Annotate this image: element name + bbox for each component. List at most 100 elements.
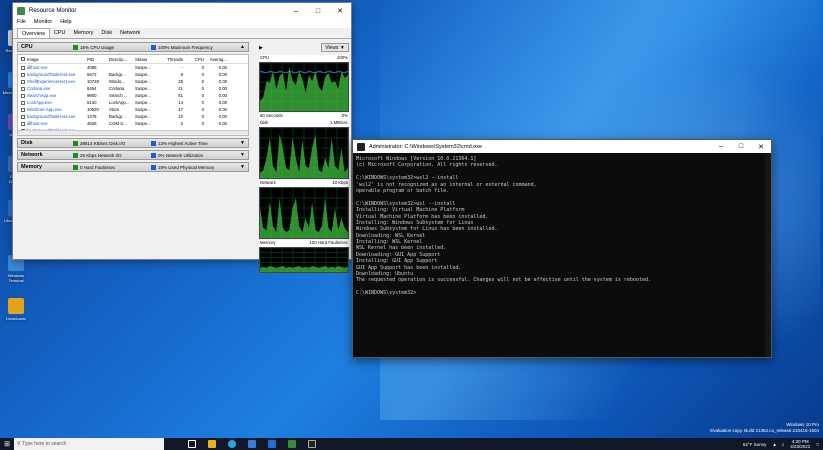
cmd-titlebar[interactable]: Administrator: C:\Windows\System32\cmd.e… [353, 140, 771, 153]
weather-widget[interactable]: 62°F Sunny [743, 442, 767, 447]
graph-label-network: Network 10 Kbps [259, 180, 349, 187]
max-frequency: 100% Maximum Frequency [158, 44, 213, 50]
cpu-usage: 16% CPU Usage [80, 44, 115, 50]
expand-chevron-icon[interactable]: ▼ [240, 152, 245, 158]
expand-chevron-icon[interactable]: ▼ [240, 140, 245, 146]
column-header[interactable]: PID [87, 57, 109, 62]
table-cell: Search ... [109, 93, 128, 98]
row-checkbox[interactable] [18, 79, 27, 84]
section-label: CPU [21, 44, 33, 50]
table-cell: Suspe... [135, 93, 151, 98]
row-checkbox[interactable] [18, 93, 27, 98]
menu-item-monitor[interactable]: Monitor [34, 19, 52, 28]
row-checkbox[interactable] [18, 72, 27, 77]
table-cell: WinStore.App.exe [27, 107, 62, 112]
column-header[interactable]: Descrip... [109, 57, 135, 62]
edge-icon[interactable] [222, 438, 242, 450]
table-row[interactable]: dllhost.exe 4628 COM S... Suspe... 2 0 0.00 [18, 120, 248, 127]
search-box[interactable]: ⚲ Type here to search [14, 438, 164, 450]
row-checkbox[interactable] [18, 121, 27, 126]
minimize-button[interactable]: – [285, 3, 307, 19]
menu-item-file[interactable]: File [17, 19, 26, 28]
cmd-task-icon[interactable] [302, 438, 322, 450]
table-cell: 1476 [87, 114, 97, 119]
network-section-header[interactable]: Network 25 Kbps Network I/O 0% Network U… [17, 150, 249, 160]
maximize-button[interactable]: □ [307, 3, 329, 19]
tab-memory[interactable]: Memory [70, 28, 98, 38]
menu-item-help[interactable]: Help [60, 19, 71, 28]
desktop-icon[interactable]: Downloads [2, 298, 30, 321]
tab-cpu[interactable]: CPU [50, 28, 70, 38]
row-checkbox[interactable] [18, 114, 27, 119]
table-row[interactable]: backgroundTaskHost.exe 1476 Backgr... Suspe… [18, 113, 248, 120]
desktop-icon-label: Windows Terminal [7, 273, 25, 283]
table-row[interactable]: dllhost.exe 4088 Suspe... - 0 0.00 [18, 64, 248, 71]
graph-network [259, 187, 349, 239]
row-checkbox[interactable] [18, 100, 27, 105]
cpu-section-header[interactable]: CPU 16% CPU Usage 100% Maximum Frequency… [17, 42, 249, 52]
expand-arrow-icon[interactable]: ▶ [259, 45, 269, 51]
cpu-usage-swatch [73, 44, 78, 50]
table-cell: 10728 [87, 79, 99, 84]
notification-icon[interactable]: □ [816, 442, 819, 447]
table-row[interactable]: backgroundTaskHost.exe 5672 Backgr... Suspe… [18, 71, 248, 78]
store-icon[interactable] [242, 438, 262, 450]
clock[interactable]: 4:20 PM 4/23/2021 [790, 439, 810, 449]
graph-name: Network [260, 180, 276, 185]
row-checkbox[interactable] [18, 86, 27, 91]
vertical-scrollbar[interactable] [765, 153, 771, 357]
section-label: Memory [21, 164, 43, 170]
graph-name: CPU [260, 55, 270, 60]
network-icon[interactable]: ▲ [772, 442, 776, 447]
table-row[interactable]: ShellExperienceHost.exe 10728 Windo... Susp… [18, 78, 248, 85]
select-all-checkbox[interactable] [18, 57, 27, 61]
resource-monitor-task-icon[interactable] [282, 438, 302, 450]
column-header[interactable]: Status [135, 57, 161, 62]
disk-section-header[interactable]: Disk 38814 KB/sec Disk I/O 13% Highest A… [17, 138, 249, 148]
expand-chevron-icon[interactable]: ▼ [240, 164, 245, 170]
column-header[interactable]: Image [27, 57, 87, 62]
table-cell: 4628 [87, 121, 97, 126]
close-button[interactable]: ✕ [751, 140, 771, 153]
table-cell: Suspe... [135, 107, 151, 112]
column-header[interactable]: Averag... [207, 57, 227, 62]
volume-icon[interactable]: ♫ [781, 442, 784, 447]
close-button[interactable]: ✕ [329, 3, 351, 19]
mail-icon[interactable] [262, 438, 282, 450]
console-output[interactable]: Microsoft Windows [Version 10.0.21364.1]… [353, 153, 771, 300]
start-button[interactable]: ⊞ [0, 438, 14, 450]
collapse-chevron-icon[interactable]: ▲ [240, 44, 245, 50]
file-explorer-icon[interactable] [202, 438, 222, 450]
console-line: C:\WINDOWS\system32> [356, 290, 417, 297]
task-view-icon[interactable] [182, 438, 202, 450]
table-cell: COM S... [109, 121, 127, 126]
table-row[interactable]: WinStore.App.exe 10920 Store Suspe... 17 0 0.0… [18, 106, 248, 113]
table-cell: Store [109, 107, 120, 112]
views-dropdown[interactable]: Views ▼ [321, 43, 349, 52]
table-cell: dllhost.exe [27, 121, 48, 126]
table-row[interactable]: Cortana.exe 8464 Cortana Suspe... 21 0 0.00 [18, 85, 248, 92]
table-cell: SearchApp.exe [27, 93, 57, 98]
table-row[interactable]: SearchApp.exe 9800 Search ... Suspe... 61 0 0.… [18, 92, 248, 99]
table-cell: 14 [178, 100, 183, 105]
resource-monitor-titlebar[interactable]: Resource Monitor – □ ✕ [13, 3, 351, 19]
memory-section-header[interactable]: Memory 0 Hard Faults/sec 19% Used Physic… [17, 162, 249, 172]
column-header[interactable]: CPU [187, 57, 207, 62]
horizontal-scrollbar[interactable] [18, 130, 248, 135]
column-header[interactable]: Threads [161, 57, 187, 62]
row-checkbox[interactable] [18, 65, 27, 70]
table-cell: Suspe... [135, 79, 151, 84]
row-checkbox[interactable] [18, 107, 27, 112]
tab-network[interactable]: Network [116, 28, 144, 38]
table-row[interactable]: LockApp.exe 5140 LockApp... Suspe... 14 0 0.00 [18, 99, 248, 106]
table-cell: 17 [178, 107, 183, 112]
table-cell: LockApp... [109, 100, 130, 105]
maximize-button[interactable]: □ [731, 140, 751, 153]
tab-disk[interactable]: Disk [97, 28, 116, 38]
table-cell: Backgr... [109, 114, 126, 119]
evaluation-watermark: Windows 10 Pro Evaluation copy. Build 21… [710, 422, 819, 434]
minimize-button[interactable]: – [711, 140, 731, 153]
desktop-icon-label: Downloads [6, 316, 26, 321]
table-cell: 5672 [87, 72, 97, 77]
tab-overview[interactable]: Overview [17, 28, 50, 38]
